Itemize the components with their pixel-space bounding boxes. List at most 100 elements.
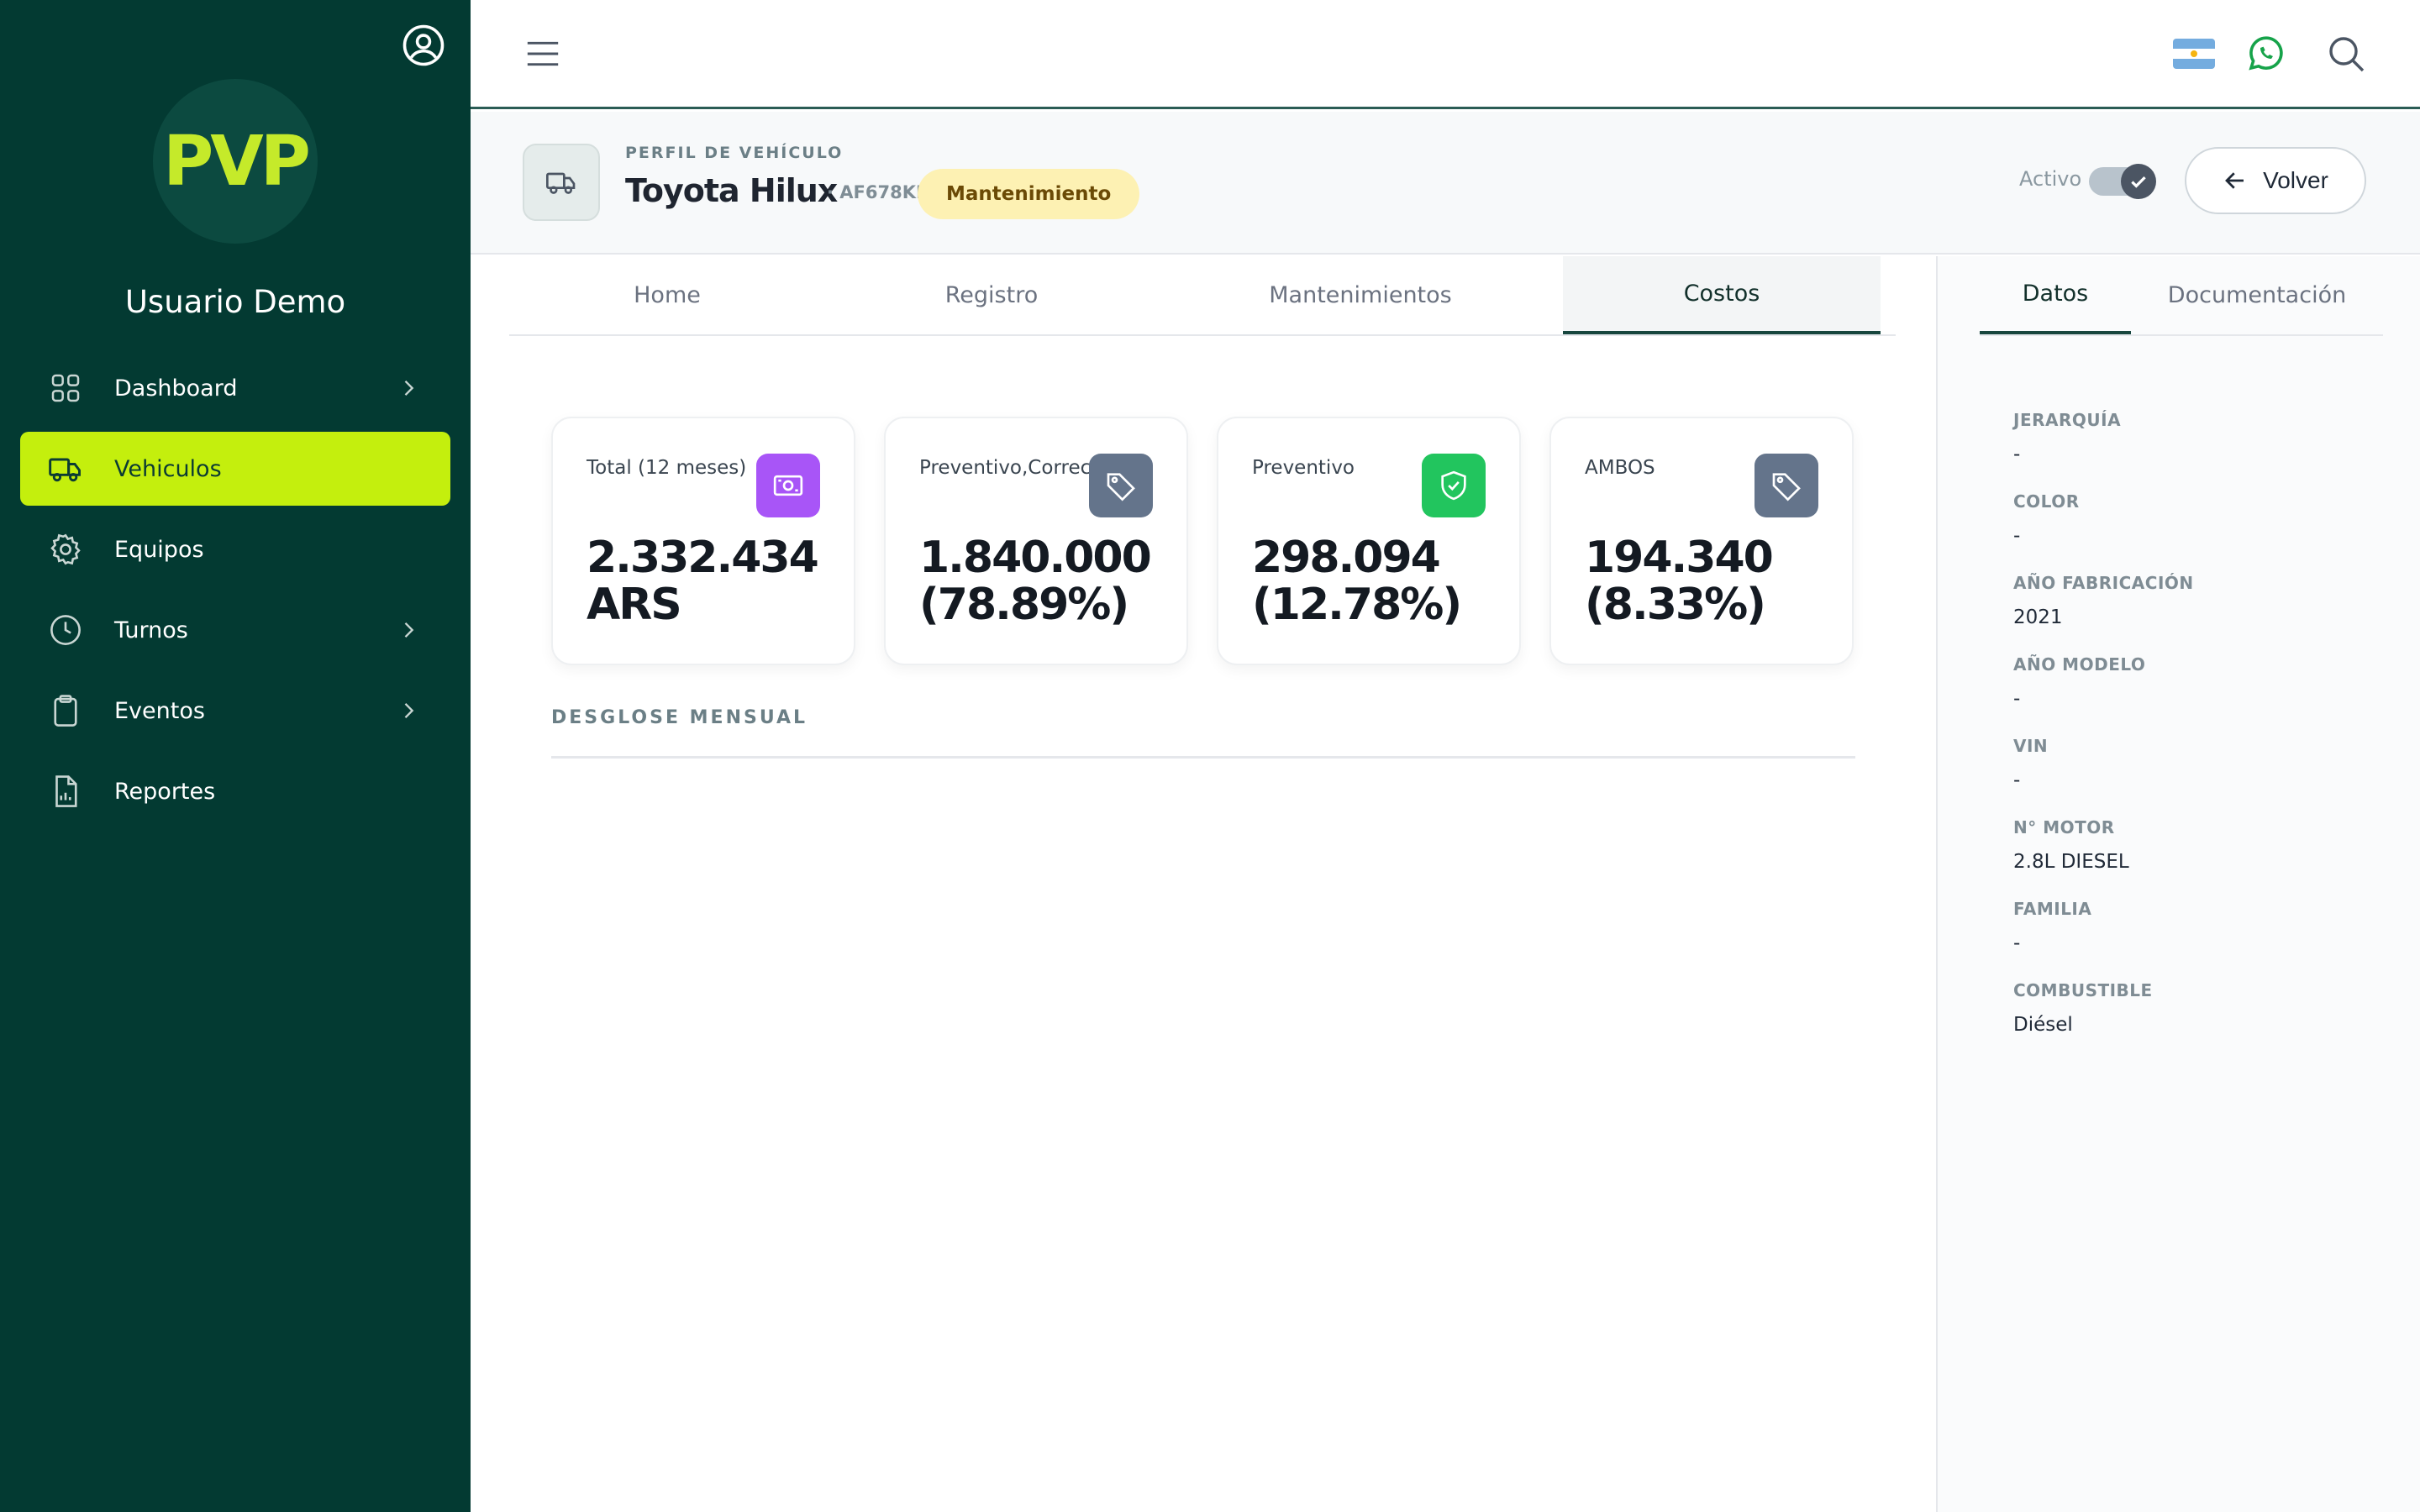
- back-button-label: Volver: [2263, 167, 2328, 193]
- chevron-right-icon: [404, 381, 414, 396]
- field-label: N° MOTOR: [2013, 817, 2115, 837]
- field-value: -: [2013, 932, 2021, 954]
- field-label: AÑO MODELO: [2013, 654, 2146, 675]
- vehicle-plate: · AF678KL: [827, 182, 928, 202]
- kpi-value-line1: 194.340: [1585, 533, 1774, 583]
- page-title: Toyota Hilux: [625, 172, 838, 209]
- tab-datos[interactable]: Datos: [1980, 256, 2131, 334]
- field-vin: VIN -: [2013, 736, 2194, 817]
- kpi-value-line1: 2.332.434: [587, 533, 819, 583]
- sidebar-item-label: Dashboard: [114, 375, 238, 402]
- status-badge: Mantenimiento: [918, 169, 1140, 219]
- tab-costos[interactable]: Costos: [1563, 256, 1881, 334]
- field-color: COLOR -: [2013, 491, 2194, 573]
- sidebar-nav: Dashboard Vehiculos Equipos Turnos Event…: [20, 351, 450, 835]
- field-anio-modelo: AÑO MODELO -: [2013, 654, 2194, 736]
- shield-check-icon: [1422, 454, 1486, 517]
- kpi-value-line2: (12.78%): [1252, 580, 1462, 630]
- details-tabs: Datos Documentación: [1980, 256, 2383, 336]
- kpi-value: 2.332.434 ARS: [587, 533, 819, 630]
- menu-icon[interactable]: [524, 37, 561, 71]
- top-bar: [471, 0, 2420, 109]
- field-label: JERARQUÍA: [2013, 410, 2122, 430]
- page-eyebrow: PERFIL DE VEHÍCULO: [625, 144, 844, 162]
- active-toggle[interactable]: [2089, 164, 2156, 199]
- sidebar-item-dashboard[interactable]: Dashboard: [20, 351, 450, 425]
- argentina-flag-icon[interactable]: [2173, 39, 2215, 69]
- kpi-value-line1: 298.094: [1252, 533, 1441, 583]
- truck-icon: [47, 450, 84, 487]
- field-jerarquia: JERARQUÍA -: [2013, 410, 2194, 491]
- tab-mantenimientos[interactable]: Mantenimientos: [1158, 256, 1563, 334]
- field-value: -: [2013, 769, 2021, 791]
- search-icon[interactable]: [2326, 34, 2366, 74]
- kpi-card-preventivo-correctivo: Preventivo,Correctivo 1.840.000 (78.89%): [884, 417, 1188, 665]
- user-profile-button[interactable]: [398, 20, 449, 71]
- sidebar-item-label: Turnos: [114, 617, 188, 643]
- field-label: VIN: [2013, 736, 2049, 756]
- grid-icon: [47, 370, 84, 407]
- user-name: Usuario Demo: [124, 284, 346, 320]
- field-anio-fabricacion: AÑO FABRICACIÓN 2021: [2013, 573, 2194, 654]
- sidebar-item-label: Equipos: [114, 536, 204, 563]
- kpi-value-line2: (78.89%): [919, 580, 1129, 630]
- chevron-right-icon: [404, 622, 414, 638]
- field-familia: FAMILIA -: [2013, 899, 2194, 980]
- sidebar-item-equipos[interactable]: Equipos: [20, 512, 450, 586]
- check-icon: [2131, 176, 2146, 188]
- field-value: 2021: [2013, 606, 2063, 628]
- user-circle-icon: [402, 24, 445, 66]
- arrow-left-icon: [2225, 172, 2244, 189]
- clock-icon: [47, 612, 84, 648]
- vehicle-avatar: [523, 144, 600, 221]
- sidebar: PVP Usuario Demo Dashboard Vehiculos Equ…: [0, 0, 471, 1512]
- tag-icon: [1089, 454, 1153, 517]
- sidebar-item-vehiculos[interactable]: Vehiculos: [20, 432, 450, 506]
- sidebar-item-label: Vehiculos: [114, 455, 222, 482]
- gear-icon: [47, 531, 84, 568]
- kpi-value: 1.840.000 (78.89%): [919, 533, 1152, 630]
- sidebar-item-turnos[interactable]: Turnos: [20, 593, 450, 667]
- sidebar-item-label: Eventos: [114, 697, 205, 724]
- logo-text: PVP: [163, 121, 311, 202]
- money-icon: [756, 454, 820, 517]
- sidebar-item-label: Reportes: [114, 778, 216, 805]
- field-label: FAMILIA: [2013, 899, 2092, 919]
- tab-documentacion[interactable]: Documentación: [2131, 256, 2383, 334]
- tab-home[interactable]: Home: [509, 256, 825, 334]
- active-label: Activo: [2019, 167, 2082, 191]
- kpi-value-line2: ARS: [587, 580, 682, 630]
- field-value: Diésel: [2013, 1014, 2073, 1036]
- kpi-value: 298.094 (12.78%): [1252, 533, 1462, 630]
- cost-kpis: Total (12 meses) 2.332.434 ARS Preventiv…: [551, 417, 1855, 665]
- back-button[interactable]: Volver: [2185, 147, 2366, 214]
- section-title-breakdown: DESGLOSE MENSUAL: [551, 707, 808, 728]
- truck-icon: [546, 172, 576, 194]
- company-logo: PVP: [153, 79, 318, 244]
- field-label: COMBUSTIBLE: [2013, 980, 2153, 1000]
- field-value: -: [2013, 525, 2021, 547]
- tab-registro[interactable]: Registro: [825, 256, 1158, 334]
- kpi-label: Preventivo: [1252, 457, 1355, 479]
- field-combustible: COMBUSTIBLE Diésel: [2013, 980, 2194, 1062]
- kpi-label: Total (12 meses): [587, 457, 747, 479]
- field-value: -: [2013, 688, 2021, 710]
- vehicle-fields: JERARQUÍA - COLOR - AÑO FABRICACIÓN 2021…: [2013, 410, 2194, 1062]
- toggle-knob: [2121, 164, 2156, 199]
- field-label: COLOR: [2013, 491, 2080, 512]
- field-value: 2.8L DIESEL: [2013, 851, 2129, 873]
- sidebar-item-eventos[interactable]: Eventos: [20, 674, 450, 748]
- kpi-value-line2: (8.33%): [1585, 580, 1766, 630]
- kpi-label: AMBOS: [1585, 457, 1655, 479]
- app-root: PVP Usuario Demo Dashboard Vehiculos Equ…: [0, 0, 2420, 1512]
- kpi-card-total: Total (12 meses) 2.332.434 ARS: [551, 417, 855, 665]
- kpi-value-line1: 1.840.000: [919, 533, 1152, 583]
- whatsapp-icon[interactable]: [2245, 34, 2286, 74]
- sidebar-item-reportes[interactable]: Reportes: [20, 754, 450, 828]
- details-panel: Datos Documentación JERARQUÍA - COLOR - …: [1936, 256, 2420, 1512]
- field-numero-motor: N° MOTOR 2.8L DIESEL: [2013, 817, 2194, 899]
- report-icon: [47, 773, 84, 810]
- kpi-value: 194.340 (8.33%): [1585, 533, 1774, 630]
- vehicle-tabs: Home Registro Mantenimientos Costos: [509, 256, 1896, 336]
- chevron-right-icon: [404, 703, 414, 718]
